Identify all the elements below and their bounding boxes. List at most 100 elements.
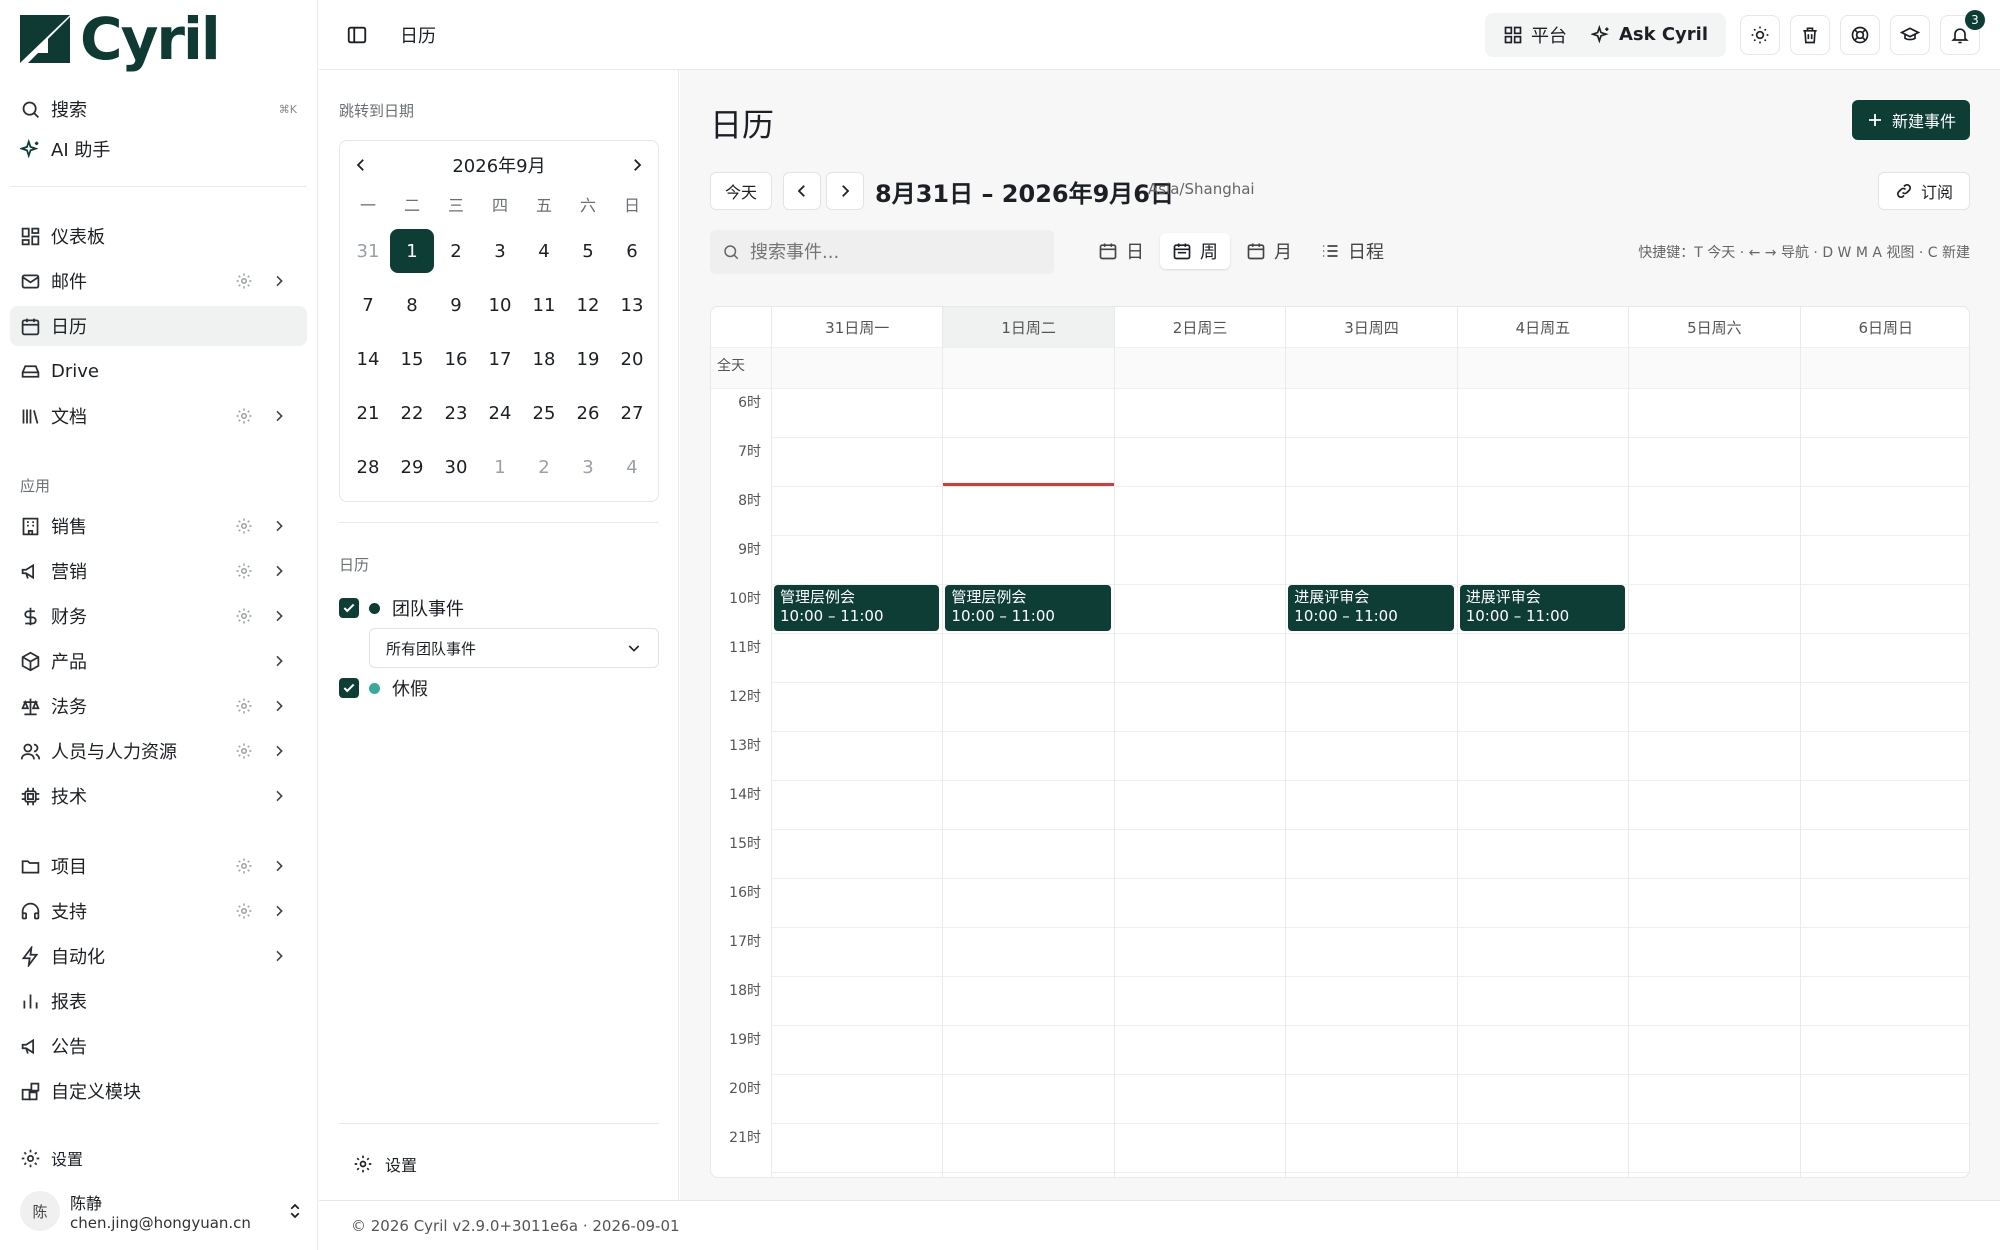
gear-icon[interactable] — [235, 607, 253, 625]
new-event-button[interactable]: 新建事件 — [1852, 100, 1970, 140]
sidebar-item-docs[interactable]: 文档 — [10, 396, 307, 436]
chevron-right-icon[interactable] — [271, 653, 287, 669]
calendar-event[interactable]: 进展评审会 10:00 – 11:00 — [1459, 585, 1626, 631]
mini-calendar-day[interactable]: 23 — [434, 391, 478, 435]
all-day-row[interactable] — [711, 348, 1969, 388]
day-header[interactable]: 6日周日 — [1799, 307, 1969, 347]
mini-calendar-day[interactable]: 22 — [390, 391, 434, 435]
sidebar-item-reports[interactable]: 报表 — [10, 981, 307, 1021]
mini-calendar-day[interactable]: 2 — [434, 229, 478, 273]
day-header[interactable]: 1日周二 — [942, 307, 1114, 347]
mini-calendar-day[interactable]: 9 — [434, 283, 478, 327]
sidebar-item-finance[interactable]: 财务 — [10, 596, 307, 636]
chevron-right-icon[interactable] — [271, 948, 287, 964]
subscribe-button[interactable]: 订阅 — [1878, 172, 1970, 210]
chevron-right-icon[interactable] — [271, 563, 287, 579]
sidebar-item-product[interactable]: 产品 — [10, 641, 307, 681]
day-header[interactable]: 2日周三 — [1113, 307, 1285, 347]
mini-calendar-day-selected[interactable]: 1 — [390, 229, 434, 273]
calendar-event[interactable]: 进展评审会 10:00 – 11:00 — [1288, 585, 1454, 631]
mini-calendar-day[interactable]: 27 — [610, 391, 654, 435]
panel-settings-button[interactable]: 设置 — [353, 1152, 417, 1176]
view-tab-month[interactable]: 月 — [1234, 233, 1304, 269]
mini-calendar-day[interactable]: 18 — [522, 337, 566, 381]
calendar-event[interactable]: 管理层例会 10:00 – 11:00 — [945, 585, 1111, 631]
mini-calendar-day[interactable]: 19 — [566, 337, 610, 381]
sidebar-item-drive[interactable]: Drive — [10, 351, 307, 391]
chevron-right-icon[interactable] — [271, 788, 287, 804]
checkbox-checked[interactable] — [339, 678, 359, 698]
chevron-right-icon[interactable] — [271, 518, 287, 534]
mini-calendar-day[interactable]: 3 — [566, 445, 610, 489]
sidebar-item-projects[interactable]: 项目 — [10, 846, 307, 886]
user-menu[interactable]: 陈 陈静 chen.jing@hongyuan.cn — [20, 1188, 304, 1234]
next-week-button[interactable] — [826, 172, 864, 210]
mini-calendar-day[interactable]: 13 — [610, 283, 654, 327]
sidebar-item-marketing[interactable]: 营销 — [10, 551, 307, 591]
sidebar-item-custom-modules[interactable]: 自定义模块 — [10, 1071, 307, 1111]
chevron-right-icon[interactable] — [628, 156, 646, 174]
sidebar-item-announcements[interactable]: 公告 — [10, 1026, 307, 1066]
mini-calendar-day[interactable]: 16 — [434, 337, 478, 381]
platform-button[interactable]: 平台 — [1491, 22, 1579, 48]
search-button[interactable]: 搜索 ⌘K — [10, 89, 307, 129]
gear-icon[interactable] — [235, 562, 253, 580]
mini-calendar-day[interactable]: 2 — [522, 445, 566, 489]
gear-icon[interactable] — [235, 697, 253, 715]
mini-calendar-day[interactable]: 14 — [346, 337, 390, 381]
learning-button[interactable] — [1890, 14, 1930, 55]
chevron-right-icon[interactable] — [271, 608, 287, 624]
sidebar-item-mail[interactable]: 邮件 — [10, 261, 307, 301]
sidebar-item-support[interactable]: 支持 — [10, 891, 307, 931]
sidebar-settings-button[interactable]: 设置 — [10, 1138, 307, 1178]
sidebar-item-tech[interactable]: 技术 — [10, 776, 307, 816]
mini-calendar-day[interactable]: 28 — [346, 445, 390, 489]
gear-icon[interactable] — [235, 857, 253, 875]
sidebar-item-dashboard[interactable]: 仪表板 — [10, 216, 307, 256]
gear-icon[interactable] — [235, 517, 253, 535]
day-header[interactable]: 5日周六 — [1628, 307, 1799, 347]
mini-calendar-day[interactable]: 17 — [478, 337, 522, 381]
event-search[interactable] — [710, 230, 1054, 274]
sidebar-item-legal[interactable]: 法务 — [10, 686, 307, 726]
today-button[interactable]: 今天 — [710, 172, 772, 210]
chevron-right-icon[interactable] — [271, 743, 287, 759]
mini-calendar-day[interactable]: 4 — [522, 229, 566, 273]
checkbox-checked[interactable] — [339, 598, 359, 618]
mini-calendar-day[interactable]: 21 — [346, 391, 390, 435]
view-tab-day[interactable]: 日 — [1086, 233, 1156, 269]
gear-icon[interactable] — [235, 742, 253, 760]
event-search-input[interactable] — [750, 241, 1040, 263]
day-header[interactable]: 3日周四 — [1285, 307, 1456, 347]
mini-calendar-day[interactable]: 1 — [478, 445, 522, 489]
team-event-filter-select[interactable]: 所有团队事件 — [369, 628, 659, 668]
sidebar-item-calendar[interactable]: 日历 — [10, 306, 307, 346]
chevron-right-icon[interactable] — [271, 273, 287, 289]
ai-assistant-button[interactable]: AI 助手 — [10, 129, 307, 169]
mini-calendar-day[interactable]: 25 — [522, 391, 566, 435]
mini-calendar-day[interactable]: 7 — [346, 283, 390, 327]
chevron-right-icon[interactable] — [271, 903, 287, 919]
mini-calendar-day[interactable]: 3 — [478, 229, 522, 273]
mini-calendar-day[interactable]: 4 — [610, 445, 654, 489]
chevron-right-icon[interactable] — [271, 858, 287, 874]
mini-calendar-day[interactable]: 20 — [610, 337, 654, 381]
view-tab-agenda[interactable]: 日程 — [1308, 233, 1396, 269]
chevron-left-icon[interactable] — [352, 156, 370, 174]
mini-calendar-day[interactable]: 29 — [390, 445, 434, 489]
mini-calendar-day[interactable]: 24 — [478, 391, 522, 435]
mini-calendar-day[interactable]: 30 — [434, 445, 478, 489]
calendar-toggle-team[interactable]: 团队事件 — [339, 588, 464, 628]
brand-logo[interactable]: Cyril — [18, 5, 221, 73]
mini-calendar-day[interactable]: 15 — [390, 337, 434, 381]
chevron-right-icon[interactable] — [271, 408, 287, 424]
chevron-right-icon[interactable] — [271, 698, 287, 714]
trash-button[interactable] — [1790, 14, 1830, 55]
mini-calendar-day[interactable]: 10 — [478, 283, 522, 327]
calendar-toggle-vacation[interactable]: 休假 — [339, 668, 428, 708]
mini-calendar-day[interactable]: 26 — [566, 391, 610, 435]
theme-toggle-button[interactable] — [1740, 14, 1780, 55]
day-header[interactable]: 4日周五 — [1456, 307, 1628, 347]
mini-calendar-day[interactable]: 6 — [610, 229, 654, 273]
mini-calendar-day[interactable]: 8 — [390, 283, 434, 327]
